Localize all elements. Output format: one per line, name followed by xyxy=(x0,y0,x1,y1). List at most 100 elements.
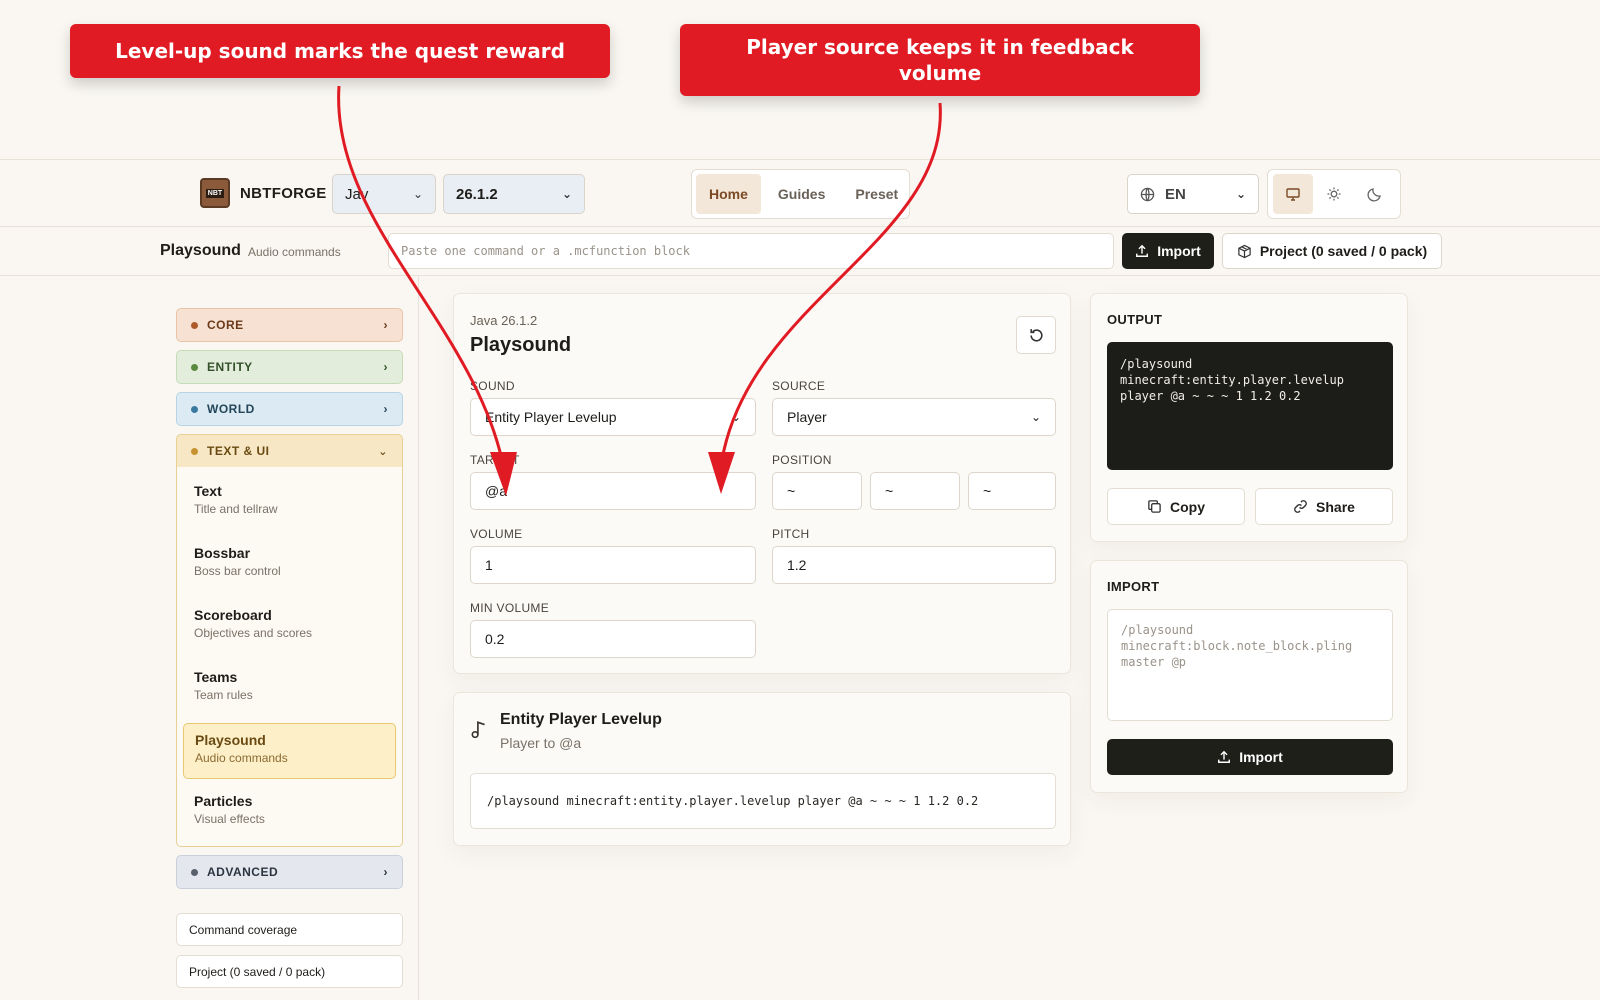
command-paste-input[interactable]: Paste one command or a .mcfunction block xyxy=(388,233,1114,269)
sun-icon xyxy=(1327,187,1341,201)
music-note-icon xyxy=(470,719,488,745)
position-x-value: ~ xyxy=(787,483,796,499)
nav-preset[interactable]: Preset xyxy=(842,174,911,214)
brand-logo[interactable]: NBT NBTFORGE xyxy=(200,178,327,208)
position-y-input[interactable]: ~ xyxy=(870,472,960,510)
position-z-input[interactable]: ~ xyxy=(968,472,1056,510)
sidebar-item-text[interactable]: Text Title and tellraw xyxy=(183,475,396,531)
pitch-label: PITCH xyxy=(772,527,810,541)
copy-button[interactable]: Copy xyxy=(1107,488,1245,525)
category-entity[interactable]: ENTITY › xyxy=(176,350,403,384)
share-label: Share xyxy=(1316,498,1355,515)
reset-button[interactable] xyxy=(1016,316,1056,354)
command-preview: Entity Player Levelup Player to @a /play… xyxy=(453,692,1071,846)
position-label: POSITION xyxy=(772,453,832,467)
category-text-ui[interactable]: TEXT & UI ⌄ xyxy=(176,434,403,468)
output-code: /playsound minecraft:entity.player.level… xyxy=(1107,342,1393,470)
category-world[interactable]: WORLD › xyxy=(176,392,403,426)
category-dot xyxy=(191,363,198,371)
item-title: Text xyxy=(194,483,222,499)
sidebar-item-scoreboard[interactable]: Scoreboard Objectives and scores xyxy=(183,599,396,655)
sidebar-item-particles[interactable]: Particles Visual effects xyxy=(183,785,396,841)
import-submit-button[interactable]: Import xyxy=(1107,739,1393,775)
chevron-down-icon: ⌄ xyxy=(1235,187,1246,201)
preview-command: /playsound minecraft:entity.player.level… xyxy=(470,773,1056,829)
moon-icon xyxy=(1367,188,1382,202)
upload-icon xyxy=(1136,244,1149,257)
item-subtitle: Objectives and scores xyxy=(194,626,313,640)
import-button[interactable]: Import xyxy=(1122,233,1214,269)
import-panel: IMPORT /playsound minecraft:block.note_b… xyxy=(1090,560,1408,793)
item-title: Playsound xyxy=(195,732,266,748)
project-button[interactable]: Project (0 saved / 0 pack) xyxy=(1222,233,1442,269)
preview-subtitle: Player to @a xyxy=(500,735,582,751)
theme-system-button[interactable] xyxy=(1272,174,1313,214)
theme-dark-button[interactable] xyxy=(1355,174,1395,214)
min-volume-input[interactable]: 0.2 xyxy=(470,620,756,658)
category-dot xyxy=(191,321,198,329)
upload-icon xyxy=(1218,750,1231,763)
chevron-down-icon: ⌄ xyxy=(378,445,388,458)
package-icon xyxy=(1238,244,1251,258)
top-bar: NBT NBTFORGE Jav ⌄ 26.1.2 ⌄ Home Guides … xyxy=(0,159,1600,227)
sidebar-item-bossbar[interactable]: Bossbar Boss bar control xyxy=(183,537,396,593)
playsound-form: Java 26.1.2 Playsound SOUND Entity Playe… xyxy=(453,293,1071,674)
source-value: Player xyxy=(787,409,827,425)
sound-value: Entity Player Levelup xyxy=(485,409,617,425)
chevron-down-icon: ⌄ xyxy=(1030,410,1041,424)
item-subtitle: Team rules xyxy=(194,688,253,702)
category-core[interactable]: CORE › xyxy=(176,308,403,342)
logo-mark-text: NBT xyxy=(205,188,225,198)
version-value: 26.1.2 xyxy=(456,185,498,203)
version-select[interactable]: 26.1.2 ⌄ xyxy=(443,174,585,214)
nav-guides[interactable]: Guides xyxy=(765,174,838,214)
page-subtitle: Audio commands xyxy=(248,245,341,259)
monitor-icon xyxy=(1285,188,1300,201)
chevron-right-icon: › xyxy=(383,360,388,374)
page-title: Playsound xyxy=(160,242,241,259)
sidebar-divider xyxy=(418,276,419,1000)
sound-select[interactable]: Entity Player Levelup ⌄ xyxy=(470,398,756,436)
category-label: WORLD xyxy=(207,402,255,416)
position-x-input[interactable]: ~ xyxy=(772,472,862,510)
item-title: Bossbar xyxy=(194,545,251,561)
command-bar: Playsound Audio commands Paste one comma… xyxy=(0,227,1600,276)
edition-value: Jav xyxy=(345,185,369,203)
sidebar-project-link[interactable]: Project (0 saved / 0 pack) xyxy=(176,955,403,988)
share-button[interactable]: Share xyxy=(1255,488,1393,525)
source-select[interactable]: Player ⌄ xyxy=(772,398,1056,436)
item-subtitle: Audio commands xyxy=(195,751,288,765)
nav-home[interactable]: Home xyxy=(696,174,761,214)
min-volume-label: MIN VOLUME xyxy=(470,601,550,615)
preview-title: Entity Player Levelup xyxy=(500,711,662,728)
volume-input[interactable]: 1 xyxy=(470,546,756,584)
command-coverage-link[interactable]: Command coverage xyxy=(176,913,403,946)
sidebar-item-teams[interactable]: Teams Team rules xyxy=(183,661,396,717)
category-label: ENTITY xyxy=(207,360,253,374)
chevron-down-icon: ⌄ xyxy=(412,187,423,201)
category-dot xyxy=(191,868,198,876)
import-textarea[interactable]: /playsound minecraft:block.note_block.pl… xyxy=(1107,609,1393,721)
output-panel: OUTPUT /playsound minecraft:entity.playe… xyxy=(1090,293,1408,542)
theme-light-button[interactable] xyxy=(1314,174,1354,214)
language-select[interactable]: EN ⌄ xyxy=(1127,174,1259,214)
annotation-callout-quest-reward: Level-up sound marks the quest reward xyxy=(70,24,610,78)
globe-icon xyxy=(1140,187,1155,201)
chevron-down-icon: ⌄ xyxy=(561,187,572,201)
volume-label: VOLUME xyxy=(470,527,523,541)
min-volume-value: 0.2 xyxy=(485,631,505,647)
import-label: Import xyxy=(1157,243,1201,259)
chevron-down-icon: ⌄ xyxy=(730,410,741,424)
reset-icon xyxy=(1029,328,1043,342)
target-value: @a xyxy=(485,483,507,499)
pitch-input[interactable]: 1.2 xyxy=(772,546,1056,584)
sidebar-item-playsound[interactable]: Playsound Audio commands xyxy=(183,723,396,779)
main-nav: Home Guides Preset xyxy=(691,169,910,219)
item-subtitle: Boss bar control xyxy=(194,564,281,578)
item-title: Teams xyxy=(194,669,238,685)
edition-select[interactable]: Jav ⌄ xyxy=(332,174,436,214)
category-advanced[interactable]: ADVANCED › xyxy=(176,855,403,889)
sound-label: SOUND xyxy=(470,379,515,393)
language-value: EN xyxy=(1165,185,1186,203)
target-input[interactable]: @a xyxy=(470,472,756,510)
